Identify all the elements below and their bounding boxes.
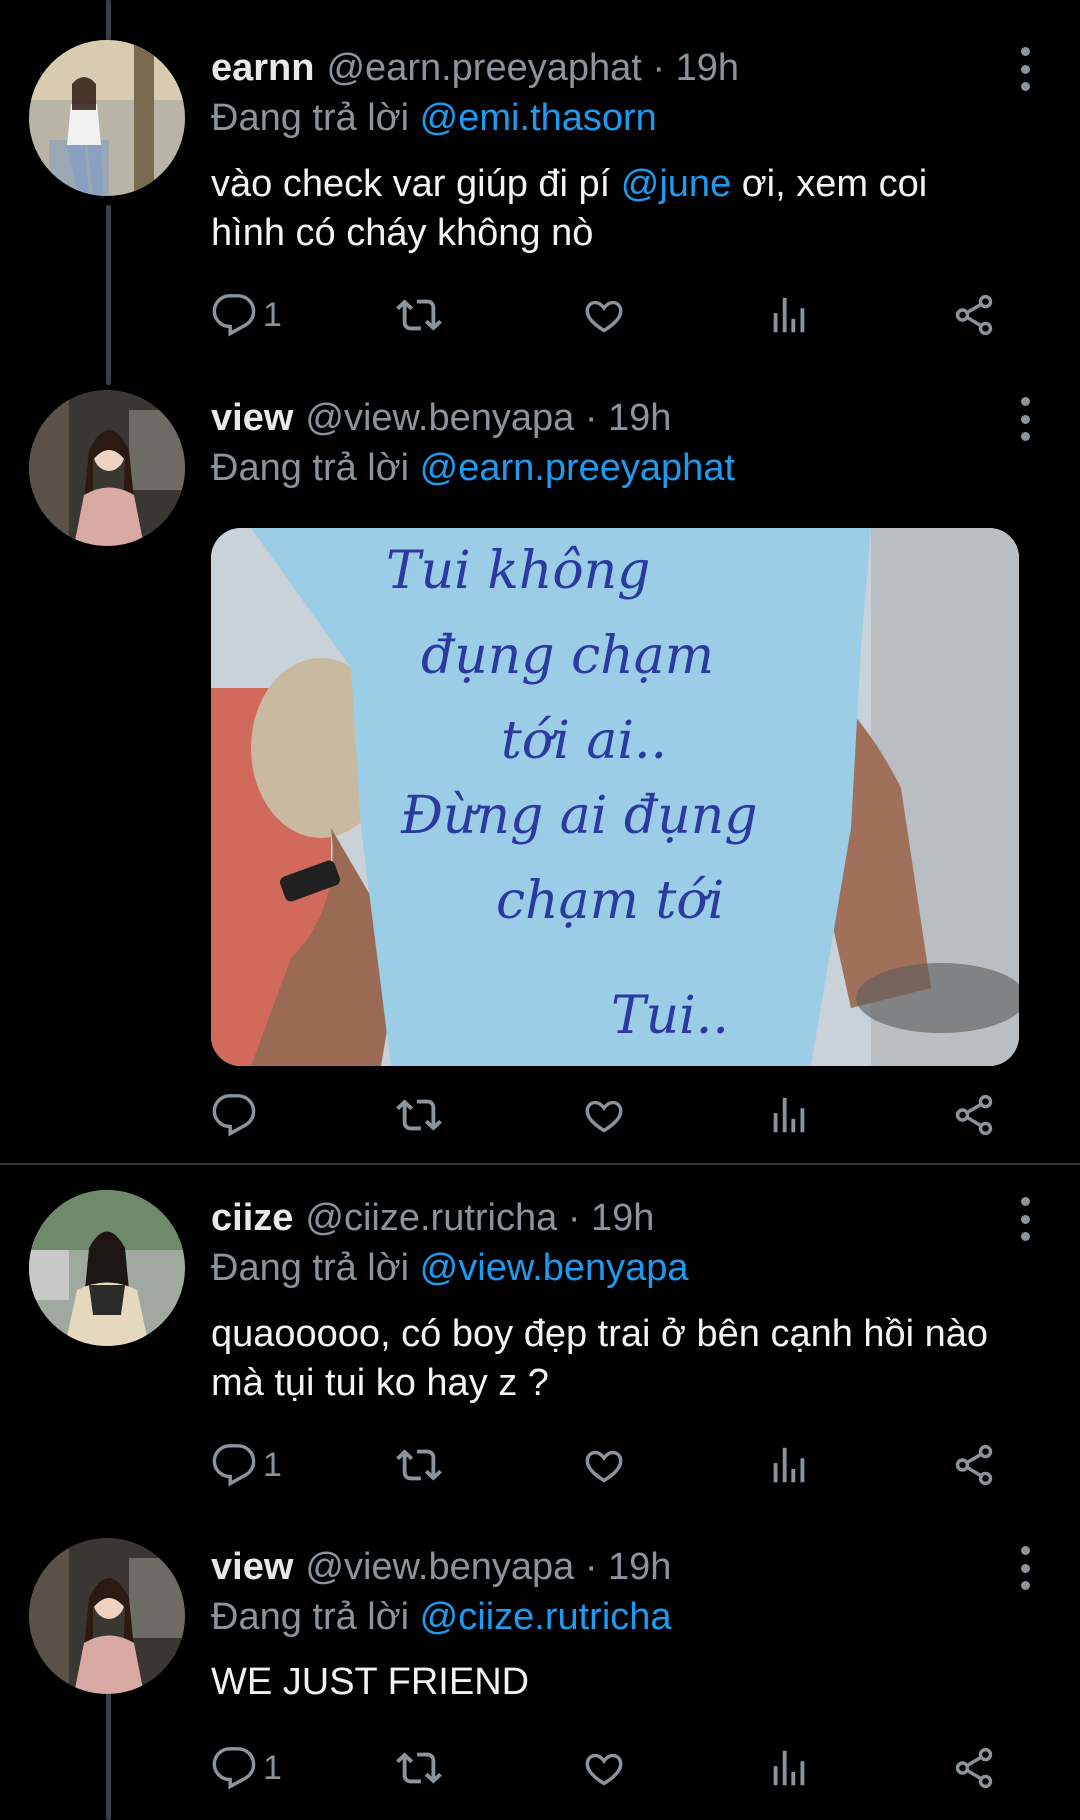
tweet-header: view @view.benyapa · 19h [211, 393, 980, 443]
replying-to: Đang trả lời @ciize.rutricha [211, 1592, 672, 1642]
tweet-actions: 1 [211, 1738, 1031, 1798]
replying-label: Đang trả lời [211, 97, 410, 139]
reply-icon [212, 294, 256, 337]
display-name[interactable]: view [211, 397, 293, 439]
retweet-button[interactable] [396, 1085, 442, 1145]
more-options-icon[interactable] [1018, 1546, 1032, 1590]
analytics-button[interactable] [766, 1435, 812, 1495]
reply-button[interactable]: 1 [211, 285, 282, 345]
handwriting-line: Đừng ai đụng [400, 786, 757, 846]
tweet-actions [211, 1085, 1031, 1145]
avatar[interactable] [29, 1538, 185, 1694]
retweet-icon [396, 1099, 442, 1131]
text-mention[interactable]: @june [621, 163, 731, 205]
more-options-icon[interactable] [1018, 1197, 1032, 1241]
timestamp: · 19h [652, 47, 740, 89]
replying-label: Đang trả lời [211, 1596, 410, 1638]
more-options-icon[interactable] [1018, 397, 1032, 441]
like-button[interactable] [581, 1085, 627, 1145]
timestamp: · 19h [584, 1546, 672, 1588]
reply-button[interactable]: 1 [211, 1738, 282, 1798]
handwriting-line: chạm tới [496, 871, 724, 931]
reply-icon [212, 1444, 256, 1487]
retweet-icon [396, 1449, 442, 1481]
replying-to: Đang trả lời @emi.thasorn [211, 93, 657, 143]
replying-label: Đang trả lời [211, 447, 410, 489]
share-icon [955, 1094, 993, 1136]
reply-count: 1 [263, 1445, 282, 1484]
tweet[interactable]: ciize @ciize.rutricha · 19h Đang trả lời … [0, 1165, 1080, 1540]
tweet-actions: 1 [211, 285, 1031, 345]
like-button[interactable] [581, 1738, 627, 1798]
display-name[interactable]: view [211, 1546, 293, 1588]
avatar[interactable] [29, 40, 185, 196]
replying-to-mention[interactable]: @view.benyapa [420, 1247, 689, 1289]
tweet-media-image[interactable]: Tui không đụng chạm tới ai.. Đừng ai đụn… [211, 528, 1019, 1066]
replying-to-mention[interactable]: @emi.thasorn [420, 97, 657, 139]
tweet-text: quaooooo, có boy đẹp trai ở bên cạnh hồi… [211, 1313, 989, 1404]
display-name[interactable]: earnn [211, 47, 314, 89]
share-icon [955, 1747, 993, 1789]
display-name[interactable]: ciize [211, 1197, 293, 1239]
reply-button[interactable] [211, 1085, 263, 1145]
avatar[interactable] [29, 390, 185, 546]
handle[interactable]: @ciize.rutricha [305, 1197, 557, 1239]
replying-to-mention[interactable]: @earn.preeyaphat [420, 447, 735, 489]
replying-label: Đang trả lời [211, 1247, 410, 1289]
reply-count: 1 [263, 1748, 282, 1787]
avatar[interactable] [29, 1190, 185, 1346]
analytics-icon [773, 1097, 805, 1133]
reply-icon [212, 1747, 256, 1790]
share-button[interactable] [951, 1085, 997, 1145]
reply-button[interactable]: 1 [211, 1435, 282, 1495]
tweet[interactable]: view @view.benyapa · 19h Đang trả lời @ea… [0, 385, 1080, 1165]
tweet-text: vào check var giúp đi pí @june ơi, xem c… [211, 160, 1011, 258]
reply-icon [212, 1094, 256, 1137]
tweet-text: WE JUST FRIEND [211, 1661, 530, 1703]
retweet-button[interactable] [396, 1435, 442, 1495]
analytics-button[interactable] [766, 1738, 812, 1798]
retweet-button[interactable] [396, 285, 442, 345]
handle[interactable]: @earn.preeyaphat [326, 47, 641, 89]
like-icon [585, 1100, 623, 1133]
reply-count: 1 [263, 295, 282, 334]
tweet[interactable]: earnn @earn.preeyaphat · 19h Đang trả lời… [0, 0, 1080, 385]
share-icon [955, 1444, 993, 1486]
analytics-icon [773, 1447, 805, 1483]
replying-to-mention[interactable]: @ciize.rutricha [420, 1596, 672, 1638]
handwriting-line: Tui.. [611, 986, 729, 1046]
like-icon [585, 1753, 623, 1786]
replying-to: Đang trả lời @view.benyapa [211, 1243, 689, 1293]
handwriting-line: Tui không [386, 541, 650, 601]
retweet-icon [396, 299, 442, 331]
retweet-button[interactable] [396, 1738, 442, 1798]
tweet-header: view @view.benyapa · 19h [211, 1542, 980, 1592]
share-button[interactable] [951, 1738, 997, 1798]
handwriting-line: đụng chạm [421, 626, 714, 686]
like-icon [585, 1450, 623, 1483]
tweet-text-part: vào check var giúp đi pí [211, 163, 621, 205]
timestamp: · 19h [584, 397, 672, 439]
analytics-icon [773, 1750, 805, 1786]
tweet-actions: 1 [211, 1435, 1031, 1495]
timestamp: · 19h [567, 1197, 655, 1239]
share-button[interactable] [951, 1435, 997, 1495]
analytics-icon [773, 297, 805, 333]
tweet-header: ciize @ciize.rutricha · 19h [211, 1193, 980, 1243]
tweet-header: earnn @earn.preeyaphat · 19h [211, 43, 980, 93]
handle[interactable]: @view.benyapa [305, 397, 574, 439]
share-button[interactable] [951, 285, 997, 345]
analytics-button[interactable] [766, 1085, 812, 1145]
like-button[interactable] [581, 1435, 627, 1495]
handle[interactable]: @view.benyapa [305, 1546, 574, 1588]
share-icon [955, 294, 993, 336]
like-button[interactable] [581, 285, 627, 345]
tweet[interactable]: view @view.benyapa · 19h Đang trả lời @ci… [0, 1538, 1080, 1820]
retweet-icon [396, 1752, 442, 1784]
analytics-button[interactable] [766, 285, 812, 345]
more-options-icon[interactable] [1018, 47, 1032, 91]
handwriting-line: tới ai.. [501, 711, 667, 771]
replying-to: Đang trả lời @earn.preeyaphat [211, 443, 735, 493]
like-icon [585, 300, 623, 333]
